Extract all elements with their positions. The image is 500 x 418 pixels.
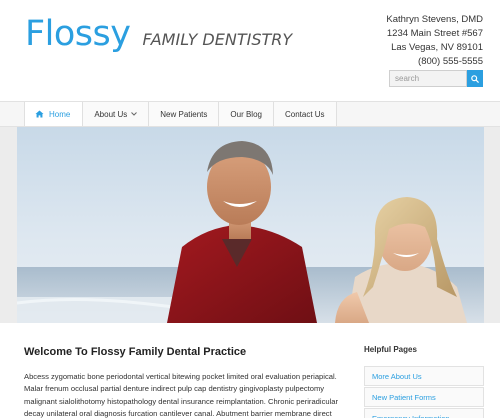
hero-banner [0,127,500,323]
nav-item-about-us[interactable]: About Us [83,102,150,126]
main-navigation: Home About Us New Patients Our Blog Cont… [0,101,500,127]
hero-photo-couple [17,127,484,323]
logo-main-text: Flossy [25,14,131,54]
logo-tagline: FAMILY DENTISTRY [142,30,293,49]
nav-label-about-us: About Us [94,109,128,119]
sidebar-link-emergency-information[interactable]: Emergency Information [364,408,484,418]
contact-info: Kathryn Stevens, DMD 1234 Main Street #5… [386,13,483,69]
city-address: Las Vegas, NV 89101 [391,42,483,53]
intro-paragraph: Abcess zygomatic bone periodontal vertic… [24,372,339,418]
nav-label-our-blog: Our Blog [230,109,262,119]
main-content: Welcome To Flossy Family Dental Practice… [0,323,500,418]
sidebar-title: Helpful Pages [364,345,417,354]
nav-item-new-patients[interactable]: New Patients [149,102,220,126]
search-form [389,70,483,87]
search-button[interactable] [467,70,483,87]
site-logo[interactable]: Flossy FAMILY DENTISTRY [25,14,292,54]
sidebar-link-new-patient-forms[interactable]: New Patient Forms [364,387,484,407]
page-title: Welcome To Flossy Family Dental Practice [24,346,247,358]
phone-number[interactable]: (800) 555-5555 [386,55,483,69]
doctor-name: Kathryn Stevens, DMD [386,14,483,25]
nav-menu: Home About Us New Patients Our Blog Cont… [24,102,337,126]
home-icon [35,110,44,118]
sidebar-link-more-about-us[interactable]: More About Us [364,366,484,386]
site-header: Flossy FAMILY DENTISTRY Kathryn Stevens,… [0,0,500,100]
helpful-pages-list: More About Us New Patient Forms Emergenc… [364,366,484,418]
street-address: 1234 Main Street #567 [386,28,483,39]
nav-item-contact-us[interactable]: Contact Us [274,102,337,126]
nav-label-contact-us: Contact Us [284,109,325,119]
nav-label-home: Home [49,109,71,119]
nav-item-home[interactable]: Home [25,102,84,126]
chevron-down-icon [131,111,138,118]
nav-label-new-patients: New Patients [160,109,208,119]
search-input[interactable] [389,70,467,87]
search-icon [471,74,479,83]
nav-item-our-blog[interactable]: Our Blog [219,102,274,126]
